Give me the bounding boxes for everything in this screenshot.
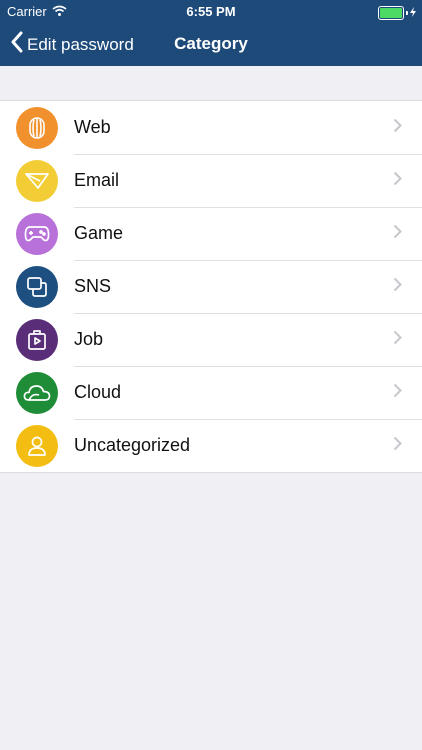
chevron-right-icon: [393, 436, 402, 456]
category-label: Uncategorized: [74, 435, 191, 455]
category-label: Job: [74, 329, 104, 349]
category-item-job[interactable]: Job: [0, 313, 422, 366]
category-item-uncategorized[interactable]: Uncategorized: [0, 419, 422, 472]
status-bar: Carrier 6:55 PM: [0, 0, 422, 22]
category-label: Email: [74, 170, 120, 190]
chevron-right-icon: [393, 277, 402, 297]
chevron-right-icon: [393, 330, 402, 350]
category-label: SNS: [74, 276, 112, 296]
chevron-right-icon: [393, 171, 402, 191]
chevron-right-icon: [393, 383, 402, 403]
cloud-icon: [16, 371, 58, 414]
globe-icon: [16, 106, 58, 149]
category-label: Web: [74, 117, 111, 137]
briefcase-icon: [16, 318, 58, 361]
nav-bar: Carrier 6:55 PM Edit password Category: [0, 0, 422, 66]
person-icon: [16, 424, 58, 467]
back-label: Edit password: [27, 34, 134, 54]
category-item-web[interactable]: Web: [0, 101, 422, 154]
battery-icon: [378, 5, 416, 20]
email-icon: [16, 159, 58, 202]
category-item-cloud[interactable]: Cloud: [0, 366, 422, 419]
back-button[interactable]: Edit password: [10, 31, 134, 58]
category-label: Game: [74, 223, 124, 243]
category-label: Cloud: [74, 382, 122, 402]
chevron-left-icon: [10, 31, 23, 58]
clock: 6:55 PM: [186, 4, 236, 19]
gamepad-icon: [16, 212, 58, 255]
chevron-right-icon: [393, 224, 402, 244]
chevron-right-icon: [393, 118, 402, 138]
sns-icon: [16, 265, 58, 308]
category-item-game[interactable]: Game: [0, 207, 422, 260]
category-list: Web Email Game SNS Job Cloud Uncategoriz…: [0, 100, 422, 473]
category-item-email[interactable]: Email: [0, 154, 422, 207]
charging-icon: [410, 5, 416, 20]
category-item-sns[interactable]: SNS: [0, 260, 422, 313]
